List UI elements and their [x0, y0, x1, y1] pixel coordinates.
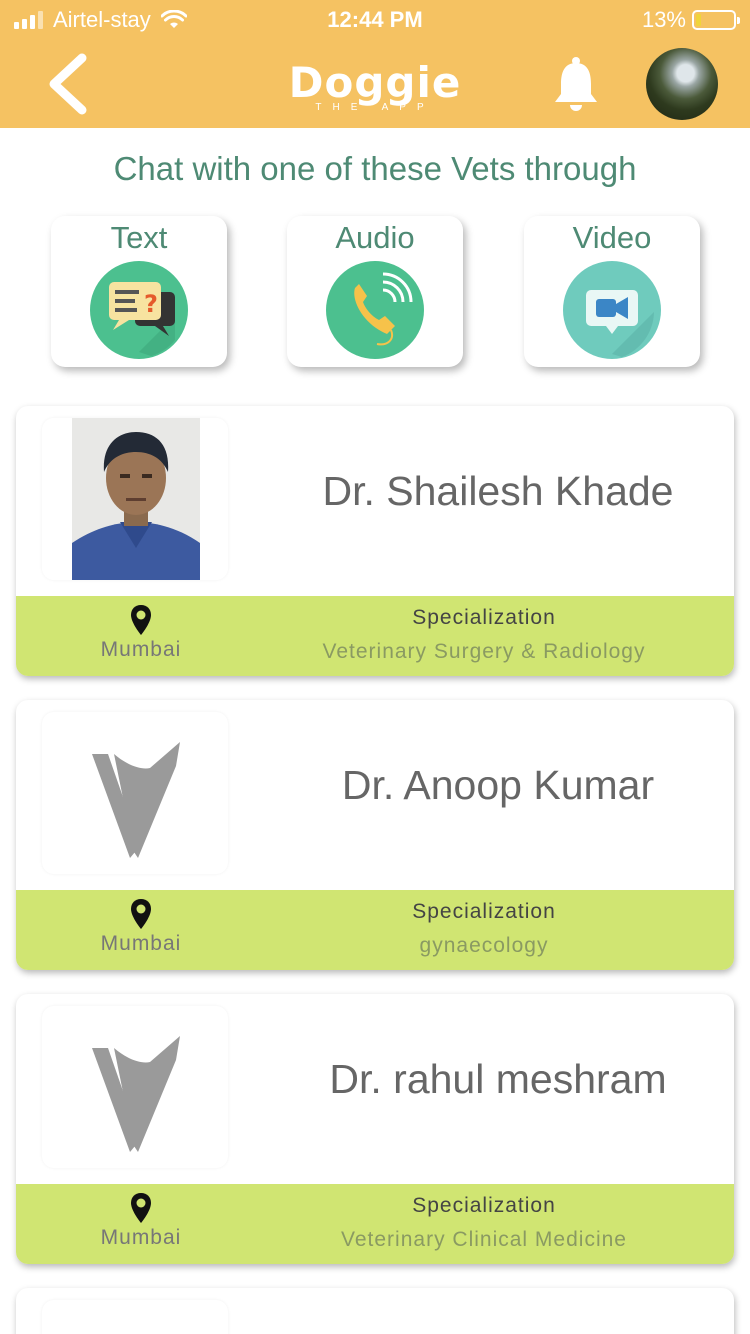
vet-placeholder-logo	[92, 1036, 180, 1152]
vet-city: Mumbai	[100, 638, 182, 661]
vet-name: Dr. Anoop Kumar	[341, 762, 655, 808]
vet-card-partial[interactable]	[16, 1288, 734, 1334]
specialization-label: Specialization	[412, 900, 556, 923]
vet-card[interactable]: Dr. Anoop Kumar Mumbai Specialization gy…	[16, 700, 734, 970]
phone-call-icon	[326, 261, 424, 359]
audio-call-label: Audio	[335, 220, 415, 255]
vet-info-strip: Mumbai Specialization gynaecology	[16, 890, 734, 970]
vet-city: Mumbai	[100, 1226, 182, 1249]
chevron-left-icon[interactable]	[42, 52, 98, 116]
text-chat-button[interactable]: Text ?	[51, 216, 227, 367]
vet-name: Dr. rahul meshram	[329, 1056, 667, 1102]
portrait-photo	[42, 418, 228, 580]
vet-info-strip: Mumbai Specialization Veterinary Clinica…	[16, 1184, 734, 1264]
vet-photo	[42, 1300, 228, 1334]
battery-icon	[692, 10, 740, 30]
svg-text:?: ?	[144, 290, 158, 318]
app-logo: Doggie THE APP	[285, 52, 465, 118]
specialization-value: Veterinary Clinical Medicine	[341, 1228, 627, 1251]
vet-photo	[42, 712, 228, 874]
specialization-value: gynaecology	[419, 934, 549, 957]
status-bar: Airtel-stay 12:44 PM 13%	[0, 0, 750, 40]
vet-city: Mumbai	[100, 932, 182, 955]
vet-photo	[42, 418, 228, 580]
vet-name: Dr. Shailesh Khade	[322, 468, 674, 514]
intro-heading: Chat with one of these Vets through	[113, 150, 637, 187]
bell-icon[interactable]	[552, 56, 600, 112]
location-pin-icon	[131, 605, 151, 635]
battery-group: 13%	[641, 7, 740, 33]
vet-card[interactable]: Dr. Shailesh Khade Mumbai Specialization…	[16, 406, 734, 676]
location-pin-icon	[131, 1193, 151, 1223]
battery-percent: 13%	[641, 7, 686, 32]
video-call-label: Video	[572, 220, 652, 255]
logo-text: Doggie	[288, 58, 462, 107]
app-header: Airtel-stay 12:44 PM 13% Doggie THE APP	[0, 0, 750, 128]
specialization-label: Specialization	[412, 1194, 556, 1217]
vet-card[interactable]: Dr. rahul meshram Mumbai Specialization …	[16, 994, 734, 1264]
vet-photo	[42, 1006, 228, 1168]
specialization-label: Specialization	[412, 606, 556, 629]
location-pin-icon	[131, 899, 151, 929]
vet-placeholder-logo	[42, 1300, 228, 1334]
audio-call-button[interactable]: Audio	[287, 216, 463, 367]
video-call-icon	[563, 261, 661, 359]
logo-subtext: THE APP	[315, 102, 435, 113]
vet-info-strip: Mumbai Specialization Veterinary Surgery…	[16, 596, 734, 676]
video-call-button[interactable]: Video	[524, 216, 700, 367]
status-time: 12:44 PM	[327, 7, 423, 32]
profile-avatar[interactable]	[646, 48, 718, 120]
vet-placeholder-logo	[92, 742, 180, 858]
specialization-value: Veterinary Surgery & Radiology	[322, 640, 646, 663]
text-chat-icon: ?	[90, 261, 188, 359]
text-chat-label: Text	[110, 220, 168, 255]
